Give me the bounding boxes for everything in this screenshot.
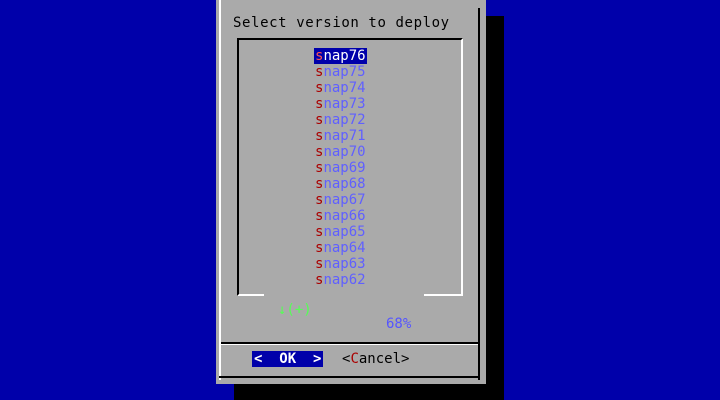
version-item-label: nap65 (323, 224, 366, 240)
version-item-label: nap69 (323, 160, 366, 176)
version-item-label: nap63 (323, 256, 366, 272)
version-list-item[interactable]: snap73 (314, 96, 367, 112)
dialog-frame-bottom (219, 376, 480, 378)
version-item-label: nap66 (323, 208, 366, 224)
version-list-item[interactable]: snap74 (314, 80, 367, 96)
ok-button[interactable]: < OK > (252, 351, 324, 367)
version-item-label: nap67 (323, 192, 366, 208)
version-list-item[interactable]: snap65 (314, 224, 367, 240)
version-list-item[interactable]: snap69 (314, 160, 367, 176)
version-list-item[interactable]: snap67 (314, 192, 367, 208)
dialog-title: Select version to deploy (233, 15, 450, 31)
version-item-label: nap72 (323, 112, 366, 128)
version-list-item[interactable]: snap64 (314, 240, 367, 256)
version-list-item[interactable]: snap62 (314, 272, 367, 288)
version-list-item[interactable]: snap70 (314, 144, 367, 160)
version-list-item[interactable]: snap68 (314, 176, 367, 192)
version-item-label: nap64 (323, 240, 366, 256)
version-list-item[interactable]: snap63 (314, 256, 367, 272)
cancel-button-rest: ancel> (358, 351, 410, 367)
version-list-item[interactable]: snap71 (314, 128, 367, 144)
cancel-button[interactable]: <Cancel> (340, 351, 411, 367)
version-item-label: nap68 (323, 176, 366, 192)
version-item-label: nap76 (323, 48, 366, 64)
cancel-button-hotkey: C (350, 351, 359, 367)
scroll-status: ↓(+) 68% (264, 289, 424, 331)
dialog-frame-right (478, 8, 480, 380)
version-item-label: nap73 (323, 96, 366, 112)
version-item-label: nap75 (323, 64, 366, 80)
version-item-label: nap71 (323, 128, 366, 144)
version-item-label: nap62 (323, 272, 366, 288)
scroll-percent: 68% (386, 316, 412, 332)
deploy-version-dialog: Select version to deploy snap76 snap75 sna… (216, 0, 486, 384)
scroll-indicator: ↓(+) (278, 302, 312, 318)
version-list-item[interactable]: snap66 (314, 208, 367, 224)
version-list-item[interactable]: snap75 (314, 64, 367, 80)
version-list-item[interactable]: snap72 (314, 112, 367, 128)
version-list[interactable]: snap76 snap75 snap74 snap73 snap72 snap71 snap… (314, 48, 367, 288)
dialog-frame-left (219, 0, 221, 380)
version-item-label: nap70 (323, 144, 366, 160)
version-item-label: nap74 (323, 80, 366, 96)
version-list-item[interactable]: snap76 (314, 48, 367, 64)
button-separator-highlight (221, 344, 478, 345)
